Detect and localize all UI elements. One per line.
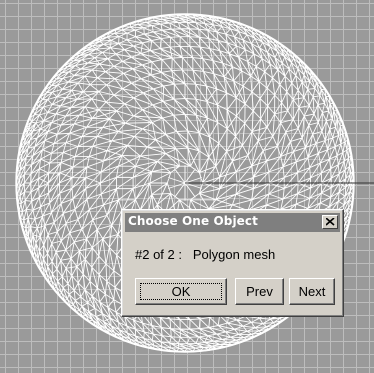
- next-button[interactable]: Next: [289, 278, 335, 305]
- 3d-viewport[interactable]: [0, 0, 374, 373]
- dialog-titlebar[interactable]: Choose One Object: [125, 213, 340, 232]
- prev-button-label: Prev: [246, 284, 273, 299]
- dialog-title: Choose One Object: [128, 214, 258, 228]
- wireframe-sphere-scene: [0, 0, 374, 373]
- next-button-label: Next: [298, 284, 326, 299]
- close-icon: [326, 218, 335, 226]
- object-info-text: #2 of 2 : Polygon mesh: [135, 247, 276, 262]
- prev-button[interactable]: Prev: [235, 278, 284, 305]
- choose-object-dialog: Choose One Object #2 of 2 : Polygon mesh…: [121, 209, 344, 317]
- ok-button[interactable]: OK: [135, 278, 227, 305]
- focus-rect: [140, 283, 222, 300]
- close-button[interactable]: [322, 215, 338, 229]
